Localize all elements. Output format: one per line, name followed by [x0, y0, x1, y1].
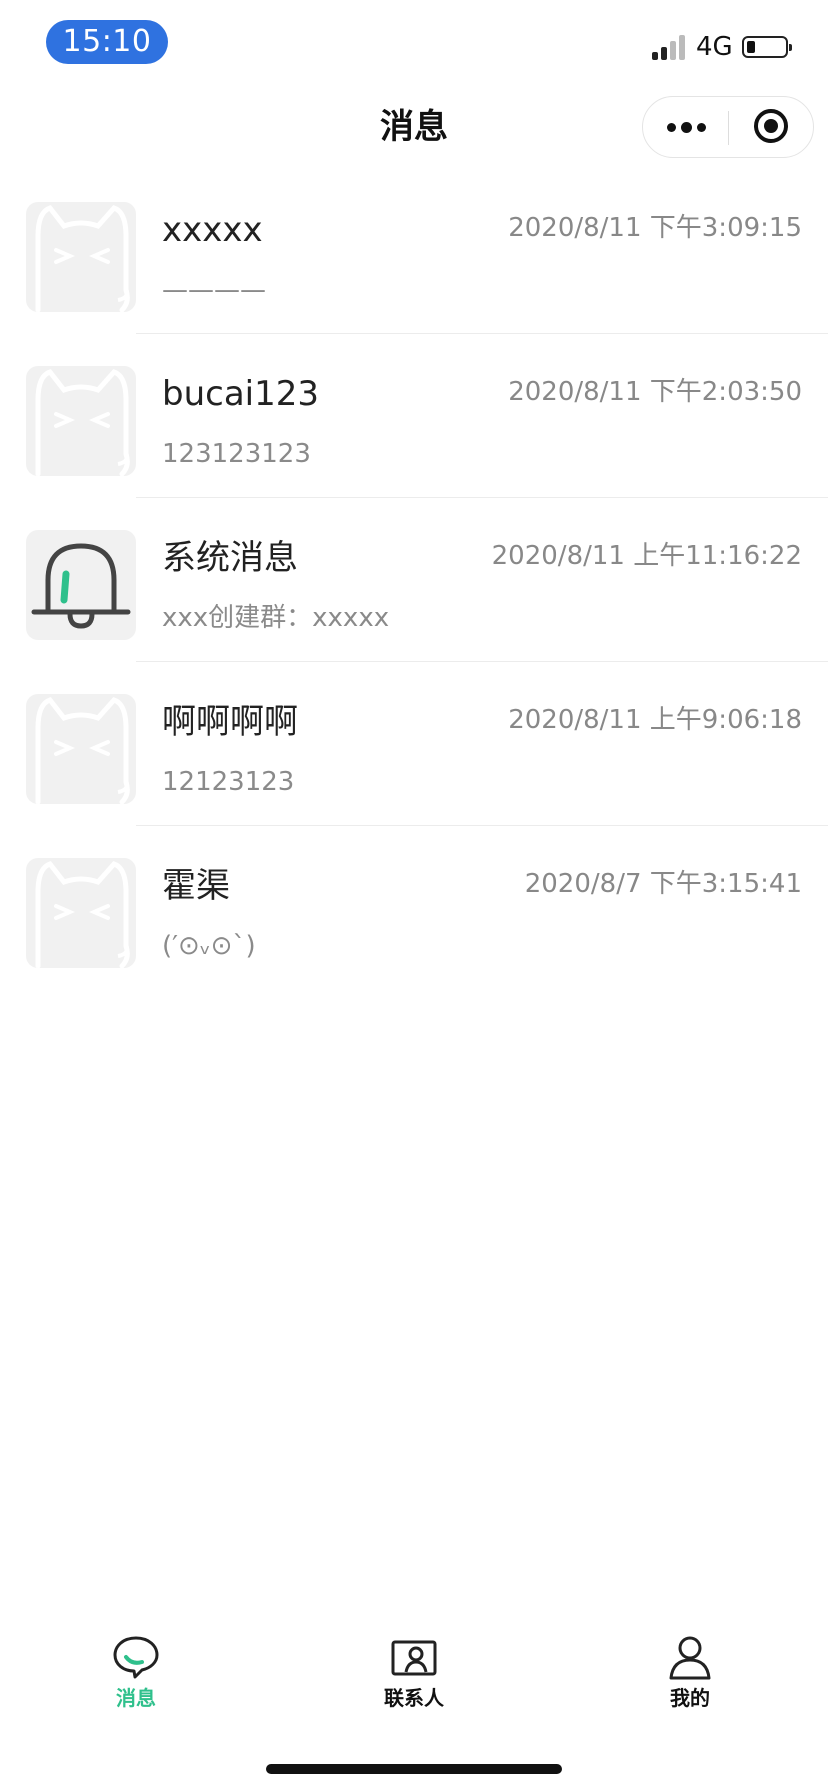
contact-name: 啊啊啊啊: [162, 702, 298, 742]
status-time: 15:10: [46, 20, 168, 64]
chat-bubble-icon: [112, 1634, 160, 1680]
more-dots-icon: [667, 123, 676, 132]
tab-bar: 消息 联系人 我的: [0, 1614, 828, 1724]
message-time: 2020/8/11 上午11:16:22: [491, 541, 802, 571]
person-icon: [666, 1634, 714, 1680]
message-time: 2020/8/11 下午3:09:15: [508, 213, 802, 243]
tab-messages[interactable]: 消息: [56, 1614, 216, 1724]
contact-name: bucai123: [162, 374, 320, 414]
close-miniprogram-button[interactable]: [729, 97, 815, 157]
cat-avatar-icon: [26, 202, 136, 312]
battery-icon: [742, 36, 792, 58]
tab-label: 我的: [670, 1686, 710, 1710]
message-row[interactable]: 啊啊啊啊 2020/8/11 上午9:06:18 12123123: [0, 662, 828, 826]
message-time: 2020/8/11 上午9:06:18: [508, 705, 802, 735]
message-row[interactable]: bucai123 2020/8/11 下午2:03:50 123123123: [0, 334, 828, 498]
cat-avatar-icon: [26, 366, 136, 476]
contact-name: 系统消息: [162, 538, 298, 578]
message-time: 2020/8/7 下午3:15:41: [524, 869, 802, 899]
message-row[interactable]: 系统消息 2020/8/11 上午11:16:22 xxx创建群：xxxxx: [0, 498, 828, 662]
message-preview: ————: [162, 275, 266, 305]
message-preview: (′⊙ᵥ⊙`): [162, 931, 256, 961]
cat-avatar-icon: [26, 694, 136, 804]
tab-contacts[interactable]: 联系人: [334, 1614, 494, 1724]
message-row[interactable]: 霍渠 2020/8/7 下午3:15:41 (′⊙ᵥ⊙`): [0, 826, 828, 990]
message-preview: 12123123: [162, 767, 295, 797]
contact-card-icon: [390, 1634, 438, 1680]
network-label: 4G: [696, 32, 733, 62]
tab-label: 消息: [116, 1686, 156, 1710]
contact-name: xxxxx: [162, 210, 263, 250]
tab-me[interactable]: 我的: [610, 1614, 770, 1724]
miniprogram-capsule: [642, 96, 814, 158]
status-bar: 15:10 4G: [0, 0, 828, 90]
cat-avatar-icon: [26, 858, 136, 968]
signal-icon: [652, 34, 688, 60]
message-preview: xxx创建群：xxxxx: [162, 603, 390, 633]
messages-screen: 15:10 4G 消息 xxxxx 2020/8/11 下午3:09:15 ——…: [0, 0, 828, 1792]
tab-label: 联系人: [384, 1686, 444, 1710]
message-preview: 123123123: [162, 439, 311, 469]
more-options-button[interactable]: [643, 97, 729, 157]
message-row[interactable]: xxxxx 2020/8/11 下午3:09:15 ————: [0, 170, 828, 334]
message-time: 2020/8/11 下午2:03:50: [508, 377, 802, 407]
home-indicator[interactable]: [266, 1764, 562, 1774]
bell-icon: [26, 530, 136, 640]
contact-name: 霍渠: [162, 866, 230, 906]
